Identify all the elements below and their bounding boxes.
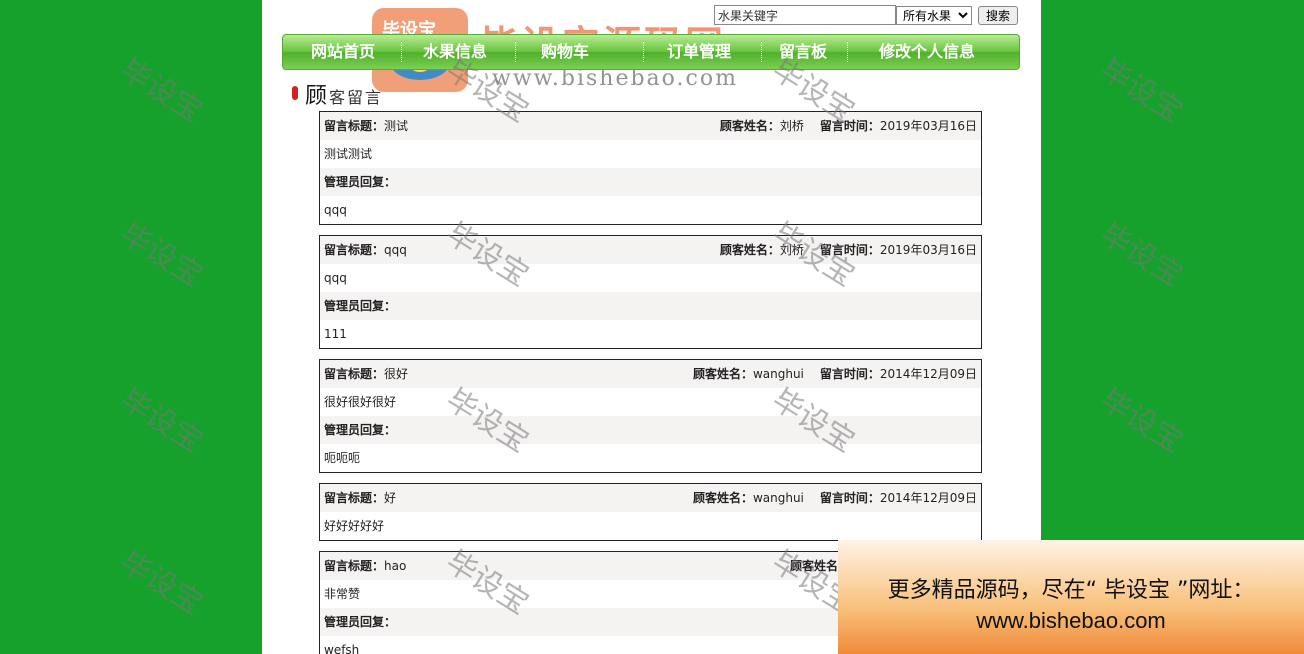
customer-label: 顾客姓名： bbox=[692, 367, 753, 381]
nav-fruit-info[interactable]: 水果信息 bbox=[423, 35, 487, 69]
time-label: 留言时间： bbox=[819, 243, 880, 257]
reply-content-row: 111 bbox=[320, 320, 981, 348]
message-content-row: qqq bbox=[320, 264, 981, 292]
customer-label: 顾客姓名： bbox=[719, 243, 780, 257]
message-time: 2014年12月09日 bbox=[879, 367, 977, 381]
message-time: 2019年03月16日 bbox=[879, 119, 977, 133]
nav-separator bbox=[643, 42, 645, 62]
reply-label-row: 管理员回复： bbox=[320, 416, 981, 444]
message-title: 测试 bbox=[384, 119, 409, 133]
reply-content: qqq bbox=[324, 203, 347, 217]
watermark: 毕设宝 bbox=[113, 544, 209, 622]
message-content: 好好好好好 bbox=[324, 519, 385, 533]
nav-edit-profile[interactable]: 修改个人信息 bbox=[879, 35, 975, 69]
time-label: 留言时间： bbox=[819, 491, 880, 505]
message-content: 非常赞 bbox=[324, 587, 361, 601]
reply-content: 111 bbox=[324, 327, 347, 341]
message-title: hao bbox=[384, 559, 407, 573]
time-label: 留言时间： bbox=[819, 119, 880, 133]
reply-content-row: 呃呃呃 bbox=[320, 444, 981, 472]
title-label: 留言标题： bbox=[324, 491, 385, 505]
search-input[interactable] bbox=[714, 5, 896, 25]
message-header-row: 留言标题：很好 顾客姓名：wanghui 留言时间：2014年12月09日 bbox=[320, 360, 981, 388]
section-title-rest: 客留言 bbox=[329, 88, 384, 107]
message-content: 很好很好很好 bbox=[324, 395, 397, 409]
nav-home[interactable]: 网站首页 bbox=[311, 35, 375, 69]
message-customer: wanghui bbox=[752, 491, 804, 505]
message-card: 留言标题：测试 顾客姓名：刘桥 留言时间：2019年03月16日 测试测试 管理员… bbox=[319, 111, 982, 225]
nav-separator bbox=[761, 42, 763, 62]
time-label: 留言时间： bbox=[819, 367, 880, 381]
message-content-row: 测试测试 bbox=[320, 140, 981, 168]
category-select[interactable]: 所有水果 bbox=[896, 6, 972, 25]
message-customer: wanghui bbox=[752, 367, 804, 381]
title-label: 留言标题： bbox=[324, 367, 385, 381]
nav-orders[interactable]: 订单管理 bbox=[667, 35, 731, 69]
reply-content: 呃呃呃 bbox=[324, 451, 361, 465]
reply-label: 管理员回复： bbox=[324, 299, 397, 313]
nav-cart[interactable]: 购物车 bbox=[541, 35, 589, 69]
section-title-first-char: 顾 bbox=[305, 84, 328, 109]
reply-content: wefsh bbox=[324, 643, 360, 654]
message-content-row: 好好好好好 bbox=[320, 512, 981, 540]
title-label: 留言标题： bbox=[324, 559, 385, 573]
message-time: 2019年03月16日 bbox=[879, 243, 977, 257]
watermark: 毕设宝 bbox=[1093, 216, 1189, 294]
nav-separator bbox=[515, 42, 517, 62]
message-title: 好 bbox=[384, 491, 397, 505]
title-label: 留言标题： bbox=[324, 119, 385, 133]
reply-content-row: qqq bbox=[320, 196, 981, 224]
promo-line-2: www.bishebao.com bbox=[976, 608, 1166, 633]
nav-separator bbox=[401, 42, 403, 62]
message-header-row: 留言标题：好 顾客姓名：wanghui 留言时间：2014年12月09日 bbox=[320, 484, 981, 512]
watermark: 毕设宝 bbox=[113, 216, 209, 294]
watermark: 毕设宝 bbox=[113, 52, 209, 130]
watermark: 毕设宝 bbox=[113, 382, 209, 460]
main-nav: 网站首页 水果信息 购物车 订单管理 留言板 修改个人信息 bbox=[282, 34, 1020, 70]
nav-guestbook[interactable]: 留言板 bbox=[779, 35, 827, 69]
message-customer: 刘桥 bbox=[779, 119, 804, 133]
message-card: 留言标题：好 顾客姓名：wanghui 留言时间：2014年12月09日 好好好好… bbox=[319, 483, 982, 541]
message-time: 2014年12月09日 bbox=[879, 491, 977, 505]
bullet-icon bbox=[292, 86, 298, 100]
promo-line-1: 更多精品源码，尽在“ 毕设宝 ”网址： bbox=[887, 578, 1255, 603]
message-header-row: 留言标题：qqq 顾客姓名：刘桥 留言时间：2019年03月16日 bbox=[320, 236, 981, 264]
watermark: 毕设宝 bbox=[1093, 382, 1189, 460]
reply-label-row: 管理员回复： bbox=[320, 168, 981, 196]
nav-separator bbox=[847, 42, 849, 62]
message-customer: 刘桥 bbox=[779, 243, 804, 257]
message-title: qqq bbox=[384, 243, 407, 257]
reply-label-row: 管理员回复： bbox=[320, 292, 981, 320]
reply-label: 管理员回复： bbox=[324, 615, 397, 629]
message-card: 留言标题：qqq 顾客姓名：刘桥 留言时间：2019年03月16日 qqq 管理员… bbox=[319, 235, 982, 349]
customer-label: 顾客姓名： bbox=[692, 491, 753, 505]
reply-label: 管理员回复： bbox=[324, 175, 397, 189]
message-header-row: 留言标题：测试 顾客姓名：刘桥 留言时间：2019年03月16日 bbox=[320, 112, 981, 140]
customer-label: 顾客姓名： bbox=[719, 119, 780, 133]
title-label: 留言标题： bbox=[324, 243, 385, 257]
message-content: qqq bbox=[324, 271, 347, 285]
message-content-row: 很好很好很好 bbox=[320, 388, 981, 416]
search-button[interactable]: 搜索 bbox=[978, 6, 1018, 25]
watermark: 毕设宝 bbox=[1093, 52, 1189, 130]
promo-banner[interactable]: 更多精品源码，尽在“ 毕设宝 ”网址： www.bishebao.com bbox=[838, 540, 1304, 654]
message-title: 很好 bbox=[384, 367, 409, 381]
message-content: 测试测试 bbox=[324, 147, 373, 161]
message-card: 留言标题：很好 顾客姓名：wanghui 留言时间：2014年12月09日 很好很… bbox=[319, 359, 982, 473]
reply-label: 管理员回复： bbox=[324, 423, 397, 437]
